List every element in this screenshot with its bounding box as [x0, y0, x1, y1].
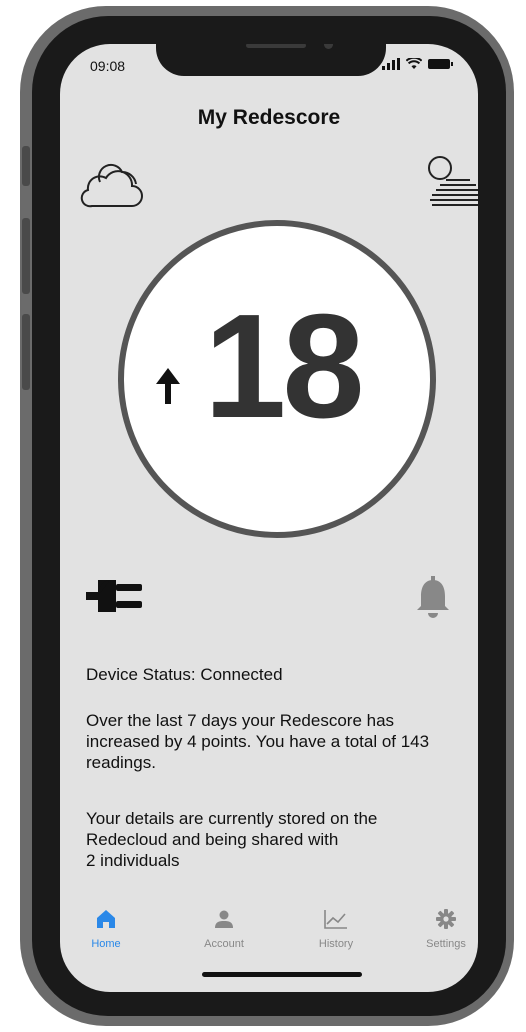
- home-indicator[interactable]: [202, 972, 362, 977]
- device-status: Device Status: Connected: [86, 665, 283, 684]
- plug-icon: [86, 580, 142, 612]
- speaker: [246, 44, 306, 48]
- signal-icon: [382, 58, 400, 70]
- person-icon: [215, 910, 233, 928]
- tab-settings-label: Settings: [426, 938, 466, 950]
- page-title: My Redescore: [197, 106, 341, 129]
- side-button-mute: [22, 146, 30, 186]
- score-ring: 18: [118, 220, 436, 538]
- camera: [324, 44, 333, 49]
- cloud-icon[interactable]: [78, 162, 144, 210]
- sharing-text: Your details are currently stored on the…: [86, 808, 456, 871]
- tab-home-label: Home: [91, 938, 121, 950]
- tab-settings[interactable]: Settings: [406, 908, 478, 950]
- arrow-up-icon: [156, 368, 180, 404]
- status-icons: [382, 58, 454, 70]
- sharing-line-3: 2 individuals: [86, 851, 180, 870]
- notch: [156, 44, 386, 76]
- sharing-line-2: Redecloud and being shared with: [86, 830, 339, 849]
- tab-home[interactable]: Home: [66, 908, 146, 950]
- tab-history-label: History: [318, 938, 354, 950]
- wifi-icon: [406, 58, 422, 69]
- summary-text: Over the last 7 days your Redescore has …: [86, 711, 430, 772]
- side-button-volume-down: [22, 314, 30, 390]
- tab-account-label: Account: [204, 938, 244, 950]
- tab-account[interactable]: Account: [184, 908, 264, 950]
- status-time: 09:08: [90, 58, 126, 74]
- bell-icon[interactable]: [414, 576, 452, 620]
- side-button-volume-up: [22, 218, 30, 294]
- tab-history[interactable]: History: [296, 908, 376, 950]
- sharing-line-1: Your details are currently stored on the: [86, 809, 378, 828]
- chart-icon: [324, 910, 347, 929]
- battery-icon: [428, 59, 453, 69]
- score-value: 18: [204, 284, 365, 449]
- home-icon: [97, 910, 115, 928]
- app-screen: 09:08 My Redescore 18 Device Status: Con…: [60, 44, 478, 992]
- sun-haze-icon[interactable]: [420, 154, 478, 212]
- tab-bar: Home Account History Settings: [60, 908, 478, 968]
- gear-icon: [436, 909, 456, 929]
